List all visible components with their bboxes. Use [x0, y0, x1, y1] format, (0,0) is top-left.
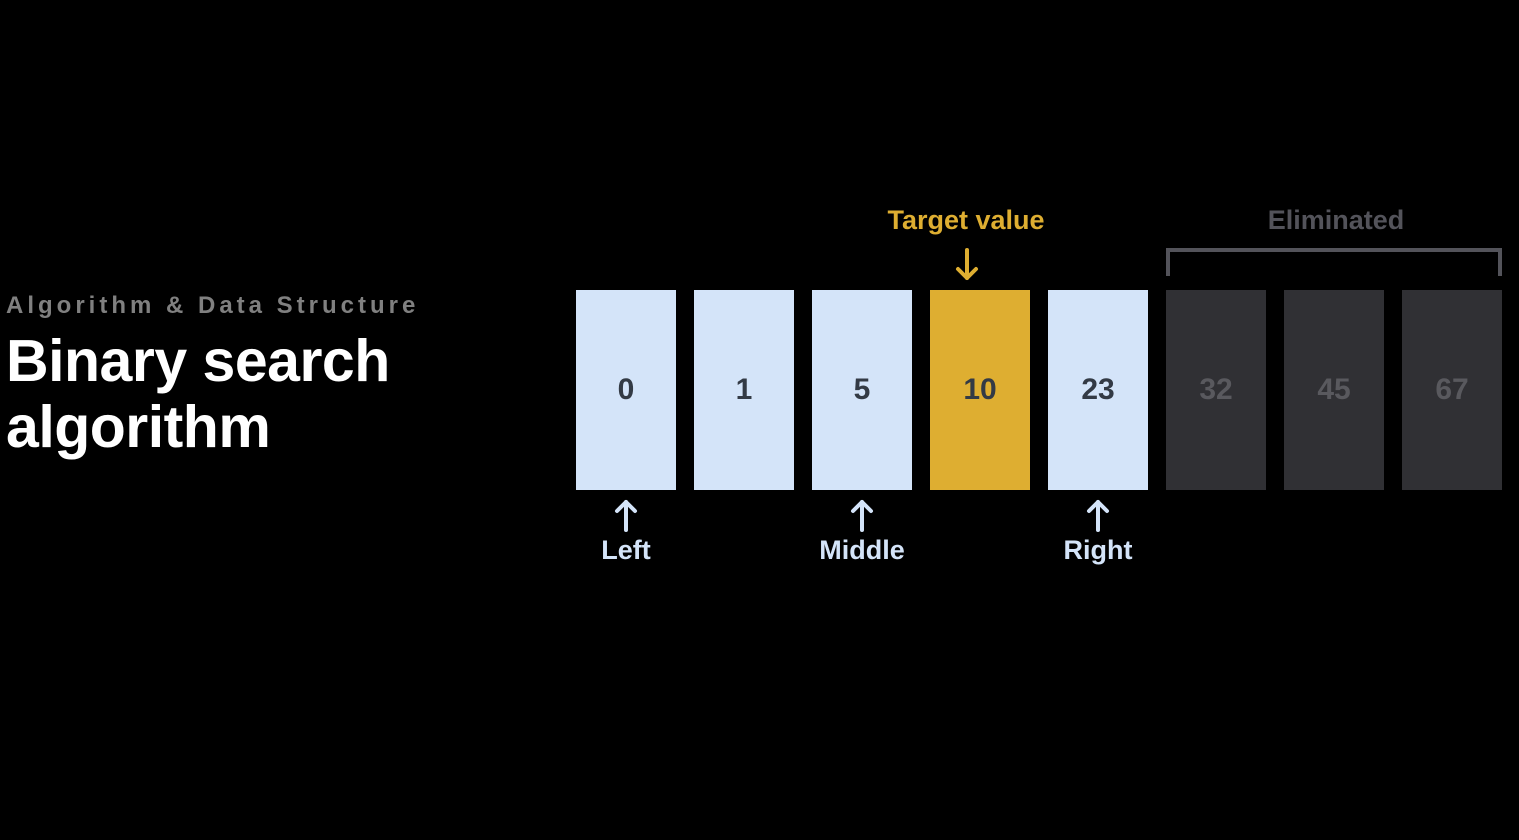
- array-cells: 0 1 5 10 23 32 45 67: [576, 290, 1502, 490]
- pointer-labels: Left Middle Right: [576, 535, 1148, 566]
- array-cell: 1: [694, 290, 794, 490]
- right-pointer-label: Right: [1048, 535, 1148, 566]
- left-pointer-label: Left: [576, 535, 676, 566]
- array-cell-eliminated: 67: [1402, 290, 1502, 490]
- array-cell: 23: [1048, 290, 1148, 490]
- array-cell: 0: [576, 290, 676, 490]
- binary-search-diagram: Target value Eliminated 0 1 5 10 23 32 4…: [576, 220, 1516, 600]
- page-title: Binary search algorithm: [6, 328, 516, 460]
- subtitle: Algorithm & Data Structure: [6, 292, 516, 320]
- array-cell-eliminated: 32: [1166, 290, 1266, 490]
- target-value-label: Target value: [866, 205, 1066, 236]
- middle-pointer-label: Middle: [812, 535, 912, 566]
- arrow-up-icon: [576, 498, 676, 532]
- eliminated-label: Eliminated: [1236, 205, 1436, 236]
- arrow-down-icon: [952, 245, 982, 285]
- eliminated-bracket: [1166, 248, 1502, 276]
- title-block: Algorithm & Data Structure Binary search…: [6, 220, 516, 460]
- pointer-arrows: [576, 498, 1148, 532]
- array-cell: 5: [812, 290, 912, 490]
- array-cell-target: 10: [930, 290, 1030, 490]
- arrow-up-icon: [812, 498, 912, 532]
- array-cell-eliminated: 45: [1284, 290, 1384, 490]
- arrow-up-icon: [1048, 498, 1148, 532]
